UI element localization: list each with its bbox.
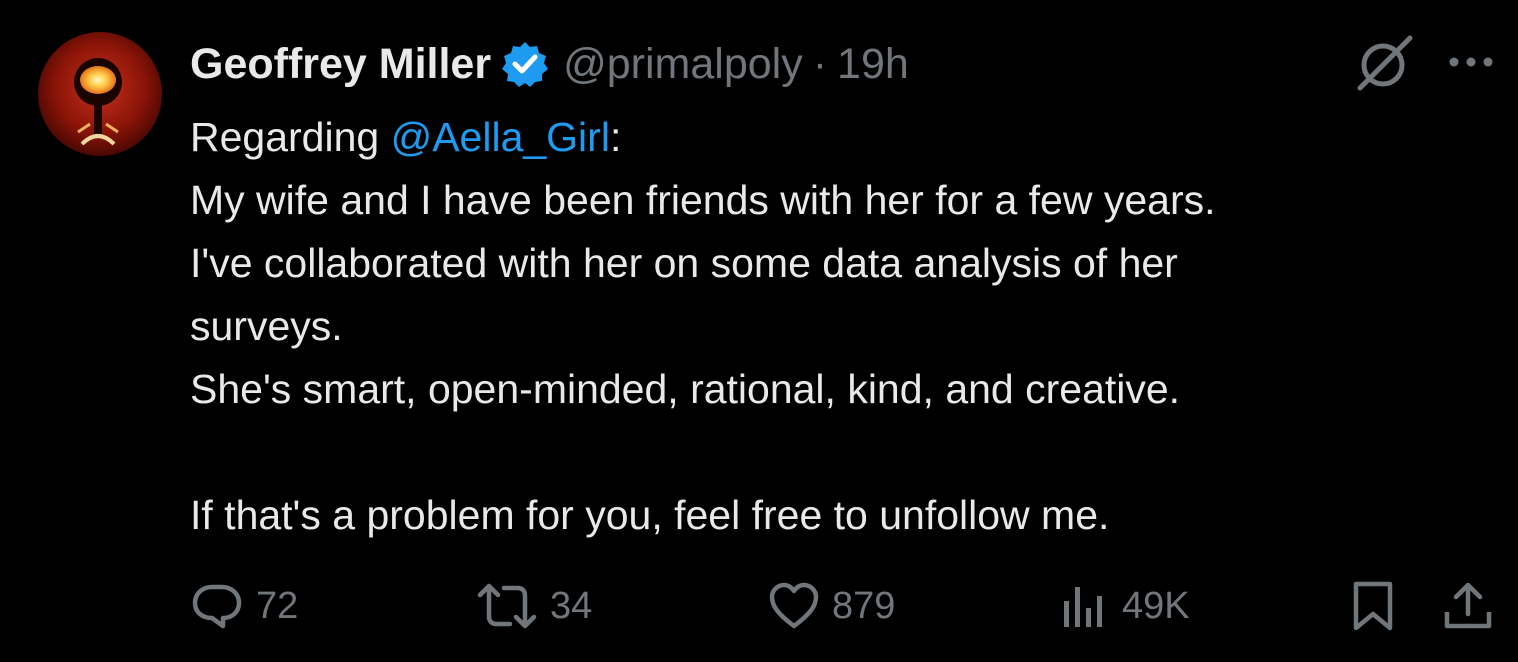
action-bar: 72 34 879 49K [190,578,1500,634]
views-button[interactable]: 49K [1060,578,1190,634]
author-display-name[interactable]: Geoffrey Miller [190,40,491,89]
like-count: 879 [832,584,896,627]
verified-badge-icon [501,40,549,88]
intro-suffix: : [609,114,622,160]
tweet-line: I've collaborated with her on some data … [190,240,1178,286]
mention-link[interactable]: @Aella_Girl [391,114,610,160]
reply-count: 72 [256,584,299,627]
like-button[interactable]: 879 [768,578,895,634]
repost-count: 34 [550,584,593,627]
tweet: Geoffrey Miller @primalpoly · 19h Regard… [0,0,1518,662]
tweet-header: Geoffrey Miller @primalpoly · 19h [190,36,909,92]
post-time[interactable]: 19h [837,40,909,89]
avatar[interactable] [38,32,162,156]
bookmark-button[interactable] [1350,578,1396,634]
repost-button[interactable]: 34 [476,578,592,634]
tweet-line: She's smart, open-minded, rational, kind… [190,366,1181,412]
author-handle[interactable]: @primalpoly [563,40,803,89]
tweet-text: Regarding @Aella_Girl: My wife and I hav… [190,106,1490,547]
share-button[interactable] [1442,578,1494,634]
share-icon [1442,580,1494,632]
intro-prefix: Regarding [190,114,391,160]
tweet-intro-line: Regarding @Aella_Girl: [190,106,1490,169]
heart-icon [768,582,820,630]
bookmark-icon [1350,580,1396,632]
more-icon[interactable] [1446,50,1496,74]
tweet-closing-line: If that's a problem for you, feel free t… [190,492,1110,538]
header-separator: · [812,39,828,88]
views-count: 49K [1122,584,1190,627]
grok-icon[interactable] [1354,34,1416,92]
views-icon [1060,581,1110,631]
reply-button[interactable]: 72 [190,578,298,634]
tweet-line: My wife and I have been friends with her… [190,177,1216,223]
reply-icon [190,581,244,631]
repost-icon [476,581,538,631]
tweet-line: surveys. [190,303,343,349]
